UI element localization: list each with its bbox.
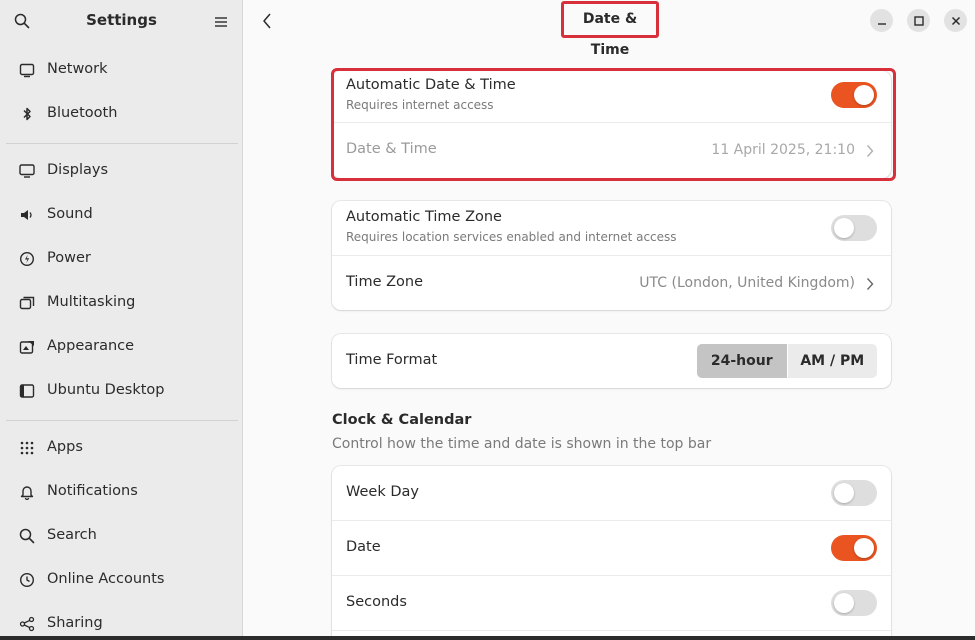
sidebar-divider <box>6 420 238 421</box>
week-day-label: Week Day <box>346 484 419 500</box>
hamburger-menu-icon[interactable] <box>214 14 228 28</box>
close-button[interactable] <box>944 9 967 32</box>
switch-knob <box>834 483 854 503</box>
date-switch[interactable] <box>831 535 877 561</box>
date-row[interactable]: Date <box>332 521 891 575</box>
sidebar-item-label: Sound <box>47 206 93 222</box>
search-icon <box>18 528 36 544</box>
back-arrow-icon[interactable] <box>260 12 276 30</box>
section-title: Clock & Calendar <box>332 412 472 428</box>
sidebar-item-bluetooth[interactable]: Bluetooth <box>6 94 238 134</box>
date-time-card: Automatic Date & Time Requires internet … <box>332 71 891 178</box>
display-icon <box>18 163 36 179</box>
row-divider <box>332 630 891 631</box>
sidebar-item-label: Bluetooth <box>47 105 118 121</box>
sound-icon <box>18 207 36 223</box>
automatic-date-time-subtitle: Requires internet access <box>346 98 494 112</box>
sidebar: Settings Network Bluetooth Displays Soun… <box>0 0 243 640</box>
sidebar-item-label: Displays <box>47 162 109 178</box>
sidebar-header: Settings <box>0 0 243 42</box>
sidebar-item-ubuntu-desktop[interactable]: Ubuntu Desktop <box>6 371 238 411</box>
header-bar: Date & Time <box>244 0 975 58</box>
time-zone-value: UTC (London, United Kingdom) <box>639 275 855 291</box>
sidebar-item-displays[interactable]: Displays <box>6 151 238 191</box>
cloud-icon <box>18 572 36 588</box>
minimize-icon <box>877 22 886 25</box>
date-time-value: 11 April 2025, 21:10 <box>711 142 855 158</box>
automatic-date-time-label: Automatic Date & Time <box>346 77 516 93</box>
power-icon <box>18 251 36 267</box>
time-zone-row[interactable]: Time Zone UTC (London, United Kingdom) <box>332 256 891 310</box>
sidebar-title: Settings <box>86 11 157 29</box>
seconds-row[interactable]: Seconds <box>332 576 891 630</box>
close-icon <box>951 16 960 25</box>
week-day-row[interactable]: Week Day <box>332 466 891 520</box>
switch-knob <box>834 593 854 613</box>
date-label: Date <box>346 539 381 555</box>
switch-knob <box>834 218 854 238</box>
window-bottom-edge <box>0 636 975 640</box>
network-icon <box>18 62 36 78</box>
time-zone-card: Automatic Time Zone Requires location se… <box>332 201 891 310</box>
sidebar-item-multitasking[interactable]: Multitasking <box>6 283 238 323</box>
sidebar-item-label: Online Accounts <box>47 571 165 587</box>
sidebar-item-notifications[interactable]: Notifications <box>6 472 238 512</box>
automatic-date-time-row[interactable]: Automatic Date & Time Requires internet … <box>332 71 891 122</box>
automatic-time-zone-row[interactable]: Automatic Time Zone Requires location se… <box>332 201 891 255</box>
sidebar-item-power[interactable]: Power <box>6 239 238 279</box>
bell-icon <box>18 484 36 500</box>
24-hour-button[interactable]: 24-hour <box>697 344 787 378</box>
sidebar-item-sharing[interactable]: Sharing <box>6 604 238 640</box>
sidebar-item-label: Sharing <box>47 615 103 631</box>
sidebar-item-label: Ubuntu Desktop <box>47 382 165 398</box>
apps-icon <box>18 440 36 456</box>
time-format-card: Time Format 24-hour AM / PM <box>332 334 891 388</box>
automatic-date-time-switch[interactable] <box>831 82 877 108</box>
section-subtitle: Control how the time and date is shown i… <box>332 436 712 452</box>
sidebar-divider <box>6 143 238 144</box>
sidebar-item-label: Multitasking <box>47 294 136 310</box>
sidebar-item-label: Power <box>47 250 91 266</box>
sidebar-item-label: Network <box>47 61 108 77</box>
sidebar-item-label: Appearance <box>47 338 135 354</box>
maximize-button[interactable] <box>907 9 930 32</box>
appearance-icon <box>18 339 36 355</box>
sidebar-item-apps[interactable]: Apps <box>6 428 238 468</box>
multitasking-icon <box>18 295 36 311</box>
chevron-right-icon <box>866 276 874 290</box>
share-icon <box>18 616 36 632</box>
time-zone-label: Time Zone <box>346 274 424 290</box>
sidebar-item-label: Apps <box>47 439 83 455</box>
automatic-time-zone-label: Automatic Time Zone <box>346 209 502 225</box>
switch-knob <box>854 85 874 105</box>
automatic-time-zone-subtitle: Requires location services enabled and i… <box>346 230 677 244</box>
sidebar-item-appearance[interactable]: Appearance <box>6 327 238 367</box>
sidebar-item-network[interactable]: Network <box>6 50 238 90</box>
maximize-icon <box>913 15 924 26</box>
page-title: Date & Time <box>561 1 659 58</box>
seconds-label: Seconds <box>346 594 407 610</box>
sidebar-item-label: Search <box>47 527 97 543</box>
date-time-row[interactable]: Date & Time 11 April 2025, 21:10 <box>332 123 891 178</box>
seconds-switch[interactable] <box>831 590 877 616</box>
bluetooth-icon <box>18 106 36 122</box>
ubuntu-desktop-icon <box>18 383 36 399</box>
date-time-label: Date & Time <box>346 141 437 157</box>
clock-calendar-card: Week Day Date Seconds <box>332 466 891 640</box>
minimize-button[interactable] <box>870 9 893 32</box>
switch-knob <box>854 538 874 558</box>
time-format-label: Time Format <box>346 352 438 368</box>
sidebar-item-sound[interactable]: Sound <box>6 195 238 235</box>
sidebar-item-label: Notifications <box>47 483 138 499</box>
time-format-toggle: 24-hour AM / PM <box>697 344 877 378</box>
sidebar-item-search[interactable]: Search <box>6 516 238 556</box>
automatic-time-zone-switch[interactable] <box>831 215 877 241</box>
am-pm-button[interactable]: AM / PM <box>788 344 878 378</box>
sidebar-item-online-accounts[interactable]: Online Accounts <box>6 560 238 600</box>
chevron-right-icon <box>866 143 874 157</box>
week-day-switch[interactable] <box>831 480 877 506</box>
